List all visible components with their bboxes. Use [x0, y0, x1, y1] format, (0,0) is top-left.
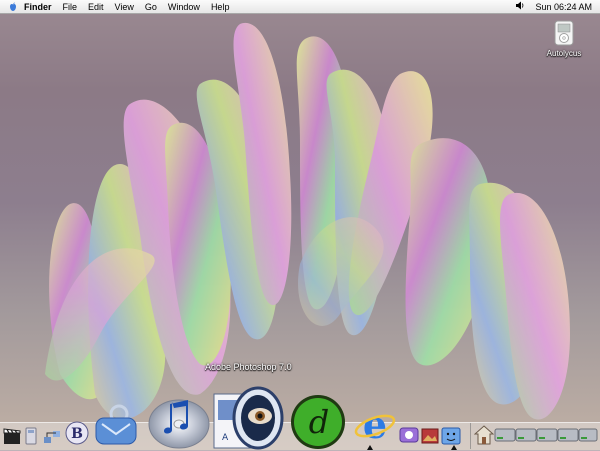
menu-file[interactable]: File — [63, 2, 78, 12]
dock-drive-icon[interactable] — [494, 426, 516, 444]
dock-drive-icon[interactable] — [578, 426, 598, 444]
menu-edit[interactable]: Edit — [88, 2, 104, 12]
menu-bar: Finder File Edit View Go Window Help Sun… — [0, 0, 600, 14]
menu-go[interactable]: Go — [145, 2, 157, 12]
dock-running-indicator — [367, 445, 373, 450]
ipod-icon — [553, 20, 575, 46]
dock-divider — [470, 423, 471, 449]
apple-menu-icon[interactable] — [8, 2, 18, 12]
dock-dreamweaver-icon[interactable]: d — [288, 392, 348, 450]
dock-drive-icon[interactable] — [557, 426, 579, 444]
dock-itunes-icon[interactable] — [146, 390, 212, 450]
dock-home-icon[interactable] — [474, 424, 494, 446]
menu-finder[interactable]: Finder — [24, 2, 52, 12]
dock-finder-icon[interactable] — [440, 426, 462, 446]
dock-running-indicator — [451, 445, 457, 450]
disk-label: Autolycus — [546, 49, 582, 58]
volume-icon[interactable] — [515, 1, 525, 12]
dock-image-icon[interactable] — [420, 426, 440, 446]
dock-drive-icon[interactable] — [536, 426, 558, 444]
dock-network-icon[interactable] — [42, 428, 62, 446]
svg-text:d: d — [309, 403, 329, 441]
dock-drive-icon[interactable] — [515, 426, 537, 444]
menu-window[interactable]: Window — [168, 2, 200, 12]
svg-text:A: A — [222, 433, 229, 443]
menu-view[interactable]: View — [115, 2, 134, 12]
dock-photoshop-icon[interactable]: A — [212, 380, 284, 450]
menu-help[interactable]: Help — [211, 2, 230, 12]
menu-clock[interactable]: Sun 06:24 AM — [535, 2, 592, 12]
desktop-disk-autolycus[interactable]: Autolycus — [536, 20, 592, 58]
dock-internet-explorer-icon[interactable]: e — [354, 402, 396, 446]
dock-bbedit-icon[interactable]: B — [64, 420, 90, 446]
dock-computer-icon[interactable] — [22, 426, 40, 446]
dock-clapper-icon[interactable] — [2, 426, 22, 446]
dock: B A d e — [0, 386, 600, 451]
dock-media-icon[interactable] — [398, 424, 420, 446]
svg-text:B: B — [71, 426, 83, 442]
dock-tooltip: Adobe Photoshop 7.0 — [205, 362, 292, 372]
dock-mail-icon[interactable] — [92, 404, 140, 448]
svg-text:e: e — [363, 402, 387, 446]
desktop-wallpaper — [45, 22, 570, 420]
